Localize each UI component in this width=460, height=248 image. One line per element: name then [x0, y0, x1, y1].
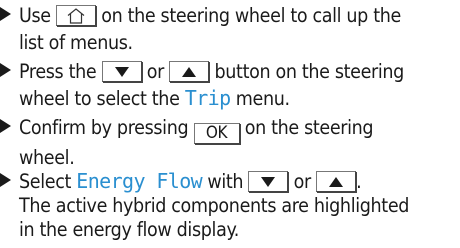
- step-text: or: [293, 170, 312, 193]
- step-text: Confirm by pressing: [19, 116, 189, 139]
- bullet-arrow-icon: [0, 173, 11, 187]
- step-1-text: Use on the steering wheel to call up the…: [19, 2, 456, 56]
- step-3-text: Confirm by pressing OK on the steering w…: [19, 114, 456, 171]
- step-text: or: [146, 60, 165, 83]
- step-text: with: [207, 170, 244, 193]
- down-triangle-icon: [261, 176, 276, 187]
- step-text: The active hybrid components are highlig…: [19, 194, 410, 217]
- menu-name-energy-flow: Energy Flow: [76, 169, 203, 193]
- up-triangle-icon: [329, 176, 344, 187]
- menu-name-trip: Trip: [184, 86, 231, 110]
- step-4-text: Select Energy Flow with or . The active …: [19, 168, 456, 243]
- step-text: in the energy flow display.: [19, 218, 239, 241]
- step-text: button on the steering: [214, 60, 405, 83]
- up-key: [316, 171, 357, 192]
- ok-key: OK: [193, 123, 240, 144]
- step-text: wheel.: [19, 146, 75, 169]
- step-text: menu.: [235, 87, 290, 110]
- bullet-arrow-icon: [0, 7, 11, 21]
- up-key: [169, 61, 210, 82]
- step-text: list of menus.: [19, 31, 133, 54]
- down-key: [248, 171, 289, 192]
- up-triangle-icon: [182, 66, 197, 77]
- step-text: Select: [19, 170, 72, 193]
- instruction-page: Use on the steering wheel to call up the…: [0, 0, 460, 248]
- bullet-arrow-icon: [0, 119, 11, 133]
- step-text: wheel to select the: [19, 87, 180, 110]
- step-text: Press the: [19, 60, 97, 83]
- down-triangle-icon: [114, 66, 129, 77]
- step-text: on the steering: [244, 116, 374, 139]
- home-icon: [67, 7, 85, 24]
- step-2-text: Press the or button on the steering whee…: [19, 58, 456, 112]
- step-text: .: [356, 170, 362, 193]
- down-key: [101, 61, 142, 82]
- step-text: on the steering wheel to call up the: [101, 4, 401, 27]
- home-key: [55, 5, 96, 26]
- step-text: Use: [19, 4, 51, 27]
- bullet-arrow-icon: [0, 63, 11, 77]
